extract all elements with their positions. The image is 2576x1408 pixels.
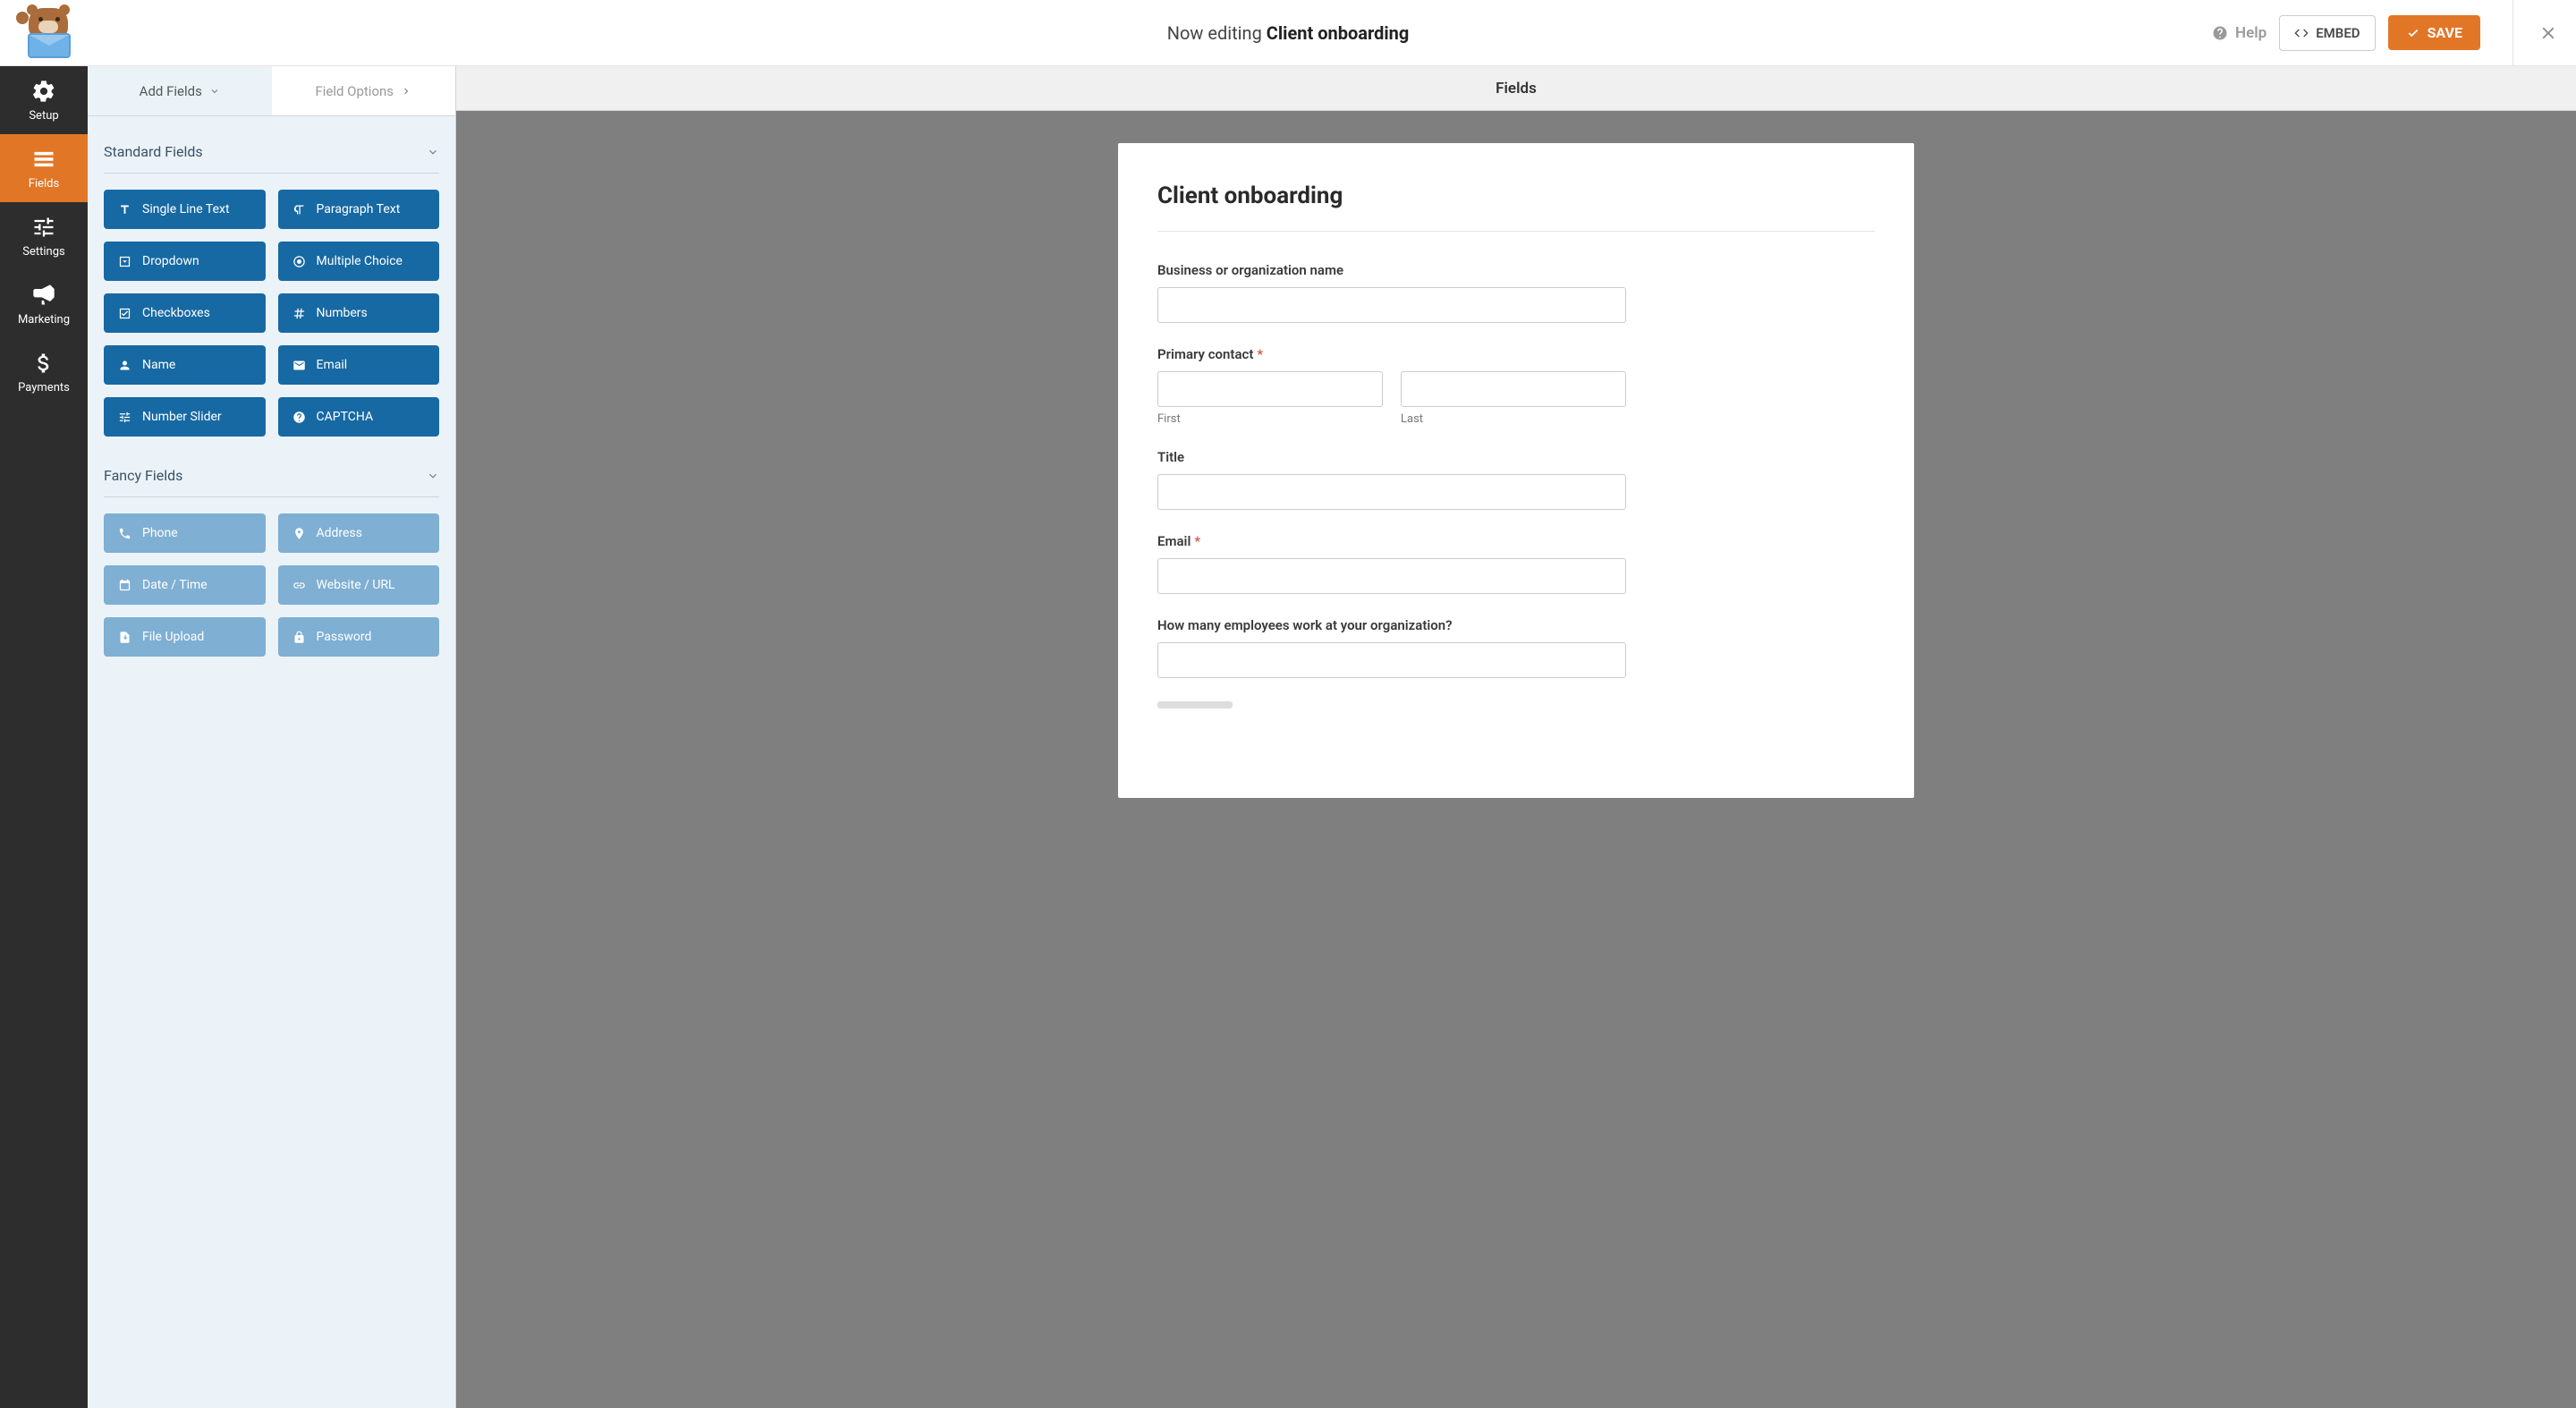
fields-panel: Add Fields Field Options Standard Fields… bbox=[88, 66, 456, 1408]
chevron-down-icon bbox=[427, 470, 439, 482]
panel-tabs: Add Fields Field Options bbox=[88, 66, 455, 116]
sidebar-item-label: Setup bbox=[29, 109, 58, 123]
required-indicator: * bbox=[1257, 346, 1263, 362]
sidebar-item-label: Settings bbox=[22, 245, 64, 259]
field-label: Primary contact* bbox=[1157, 346, 1626, 362]
bullhorn-icon bbox=[31, 283, 56, 308]
close-button[interactable] bbox=[2512, 0, 2558, 66]
last-name-input[interactable] bbox=[1401, 371, 1626, 407]
field-name[interactable]: Name bbox=[104, 345, 266, 385]
code-icon bbox=[2294, 26, 2309, 40]
field-checkboxes[interactable]: Checkboxes bbox=[104, 293, 266, 333]
help-icon bbox=[2212, 25, 2228, 41]
editing-title: Now editing Client onboarding bbox=[1167, 22, 1410, 44]
sidebar-item-label: Marketing bbox=[18, 313, 70, 327]
help-link[interactable]: Help bbox=[2212, 24, 2267, 42]
preview-scroll[interactable]: Client onboarding Business or organizati… bbox=[456, 111, 2576, 1408]
sidebar-item-settings[interactable]: Settings bbox=[0, 202, 88, 270]
first-name-input[interactable] bbox=[1157, 371, 1383, 407]
chevron-right-icon bbox=[401, 86, 411, 97]
field-primary-contact[interactable]: Primary contact* First Last bbox=[1157, 346, 1626, 426]
email-input[interactable] bbox=[1157, 558, 1626, 594]
save-button[interactable]: SAVE bbox=[2388, 15, 2480, 50]
editing-prefix: Now editing bbox=[1167, 22, 1262, 44]
field-label: Business or organization name bbox=[1157, 262, 1626, 278]
checkbox-icon bbox=[118, 307, 131, 320]
field-business-name[interactable]: Business or organization name bbox=[1157, 262, 1626, 323]
field-label: Email* bbox=[1157, 533, 1626, 549]
embed-button[interactable]: EMBED bbox=[2279, 15, 2375, 51]
pin-icon bbox=[292, 527, 306, 540]
close-icon bbox=[2538, 23, 2558, 43]
field-label: How many employees work at your organiza… bbox=[1157, 617, 1626, 633]
field-captcha[interactable]: CAPTCHA bbox=[278, 397, 440, 437]
link-icon bbox=[292, 579, 306, 592]
gear-icon bbox=[31, 79, 56, 104]
employees-input[interactable] bbox=[1157, 642, 1626, 678]
app-header: Now editing Client onboarding Help EMBED… bbox=[0, 0, 2576, 66]
field-multiple-choice[interactable]: Multiple Choice bbox=[278, 242, 440, 281]
editing-name: Client onboarding bbox=[1267, 22, 1410, 44]
lock-icon bbox=[292, 631, 306, 644]
sidebar-item-label: Payments bbox=[18, 381, 70, 394]
tab-field-options[interactable]: Field Options bbox=[272, 66, 456, 115]
calendar-icon bbox=[118, 579, 131, 592]
preview-header: Fields bbox=[456, 66, 2576, 111]
form-title[interactable]: Client onboarding bbox=[1157, 182, 1875, 232]
field-numbers[interactable]: Numbers bbox=[278, 293, 440, 333]
field-single-line-text[interactable]: Single Line Text bbox=[104, 190, 266, 229]
field-title[interactable]: Title bbox=[1157, 449, 1626, 510]
field-file-upload[interactable]: File Upload bbox=[104, 617, 266, 657]
app-logo[interactable] bbox=[18, 6, 80, 60]
hash-icon bbox=[292, 307, 306, 320]
field-email[interactable]: Email bbox=[278, 345, 440, 385]
envelope-icon bbox=[292, 359, 306, 372]
list-icon bbox=[31, 147, 56, 172]
form-preview: Client onboarding Business or organizati… bbox=[1118, 143, 1914, 798]
radio-icon bbox=[292, 255, 306, 268]
field-number-slider[interactable]: Number Slider bbox=[104, 397, 266, 437]
field-email[interactable]: Email* bbox=[1157, 533, 1626, 594]
section-standard-fields[interactable]: Standard Fields bbox=[104, 131, 439, 174]
nav-sidebar: Setup Fields Settings Marketing Payments bbox=[0, 66, 88, 1408]
dollar-icon bbox=[31, 351, 56, 376]
title-input[interactable] bbox=[1157, 474, 1626, 510]
dropdown-icon bbox=[118, 255, 131, 268]
shield-icon bbox=[292, 411, 306, 424]
user-icon bbox=[118, 359, 131, 372]
field-employees[interactable]: How many employees work at your organiza… bbox=[1157, 617, 1626, 678]
field-dropdown[interactable]: Dropdown bbox=[104, 242, 266, 281]
field-password[interactable]: Password bbox=[278, 617, 440, 657]
upload-icon bbox=[118, 631, 131, 644]
check-icon bbox=[2406, 27, 2420, 39]
chevron-down-icon bbox=[209, 86, 220, 97]
submit-button-stub[interactable] bbox=[1157, 701, 1233, 708]
sidebar-item-setup[interactable]: Setup bbox=[0, 66, 88, 134]
text-icon bbox=[118, 203, 131, 216]
field-phone[interactable]: Phone bbox=[104, 513, 266, 553]
business-input[interactable] bbox=[1157, 287, 1626, 323]
field-website-url[interactable]: Website / URL bbox=[278, 565, 440, 605]
section-fancy-fields[interactable]: Fancy Fields bbox=[104, 454, 439, 497]
sidebar-item-marketing[interactable]: Marketing bbox=[0, 270, 88, 338]
field-address[interactable]: Address bbox=[278, 513, 440, 553]
slider-icon bbox=[118, 411, 131, 424]
tab-add-fields[interactable]: Add Fields bbox=[88, 66, 272, 115]
sublabel-last: Last bbox=[1401, 412, 1626, 426]
sidebar-item-payments[interactable]: Payments bbox=[0, 338, 88, 406]
preview-area: Fields Client onboarding Business or org… bbox=[456, 66, 2576, 1408]
phone-icon bbox=[118, 527, 131, 540]
chevron-down-icon bbox=[427, 146, 439, 158]
sidebar-item-label: Fields bbox=[29, 177, 59, 191]
required-indicator: * bbox=[1194, 533, 1200, 549]
field-date-time[interactable]: Date / Time bbox=[104, 565, 266, 605]
paragraph-icon bbox=[292, 203, 306, 216]
sidebar-item-fields[interactable]: Fields bbox=[0, 134, 88, 202]
field-paragraph-text[interactable]: Paragraph Text bbox=[278, 190, 440, 229]
sublabel-first: First bbox=[1157, 412, 1383, 426]
field-label: Title bbox=[1157, 449, 1626, 465]
sliders-icon bbox=[31, 215, 56, 240]
